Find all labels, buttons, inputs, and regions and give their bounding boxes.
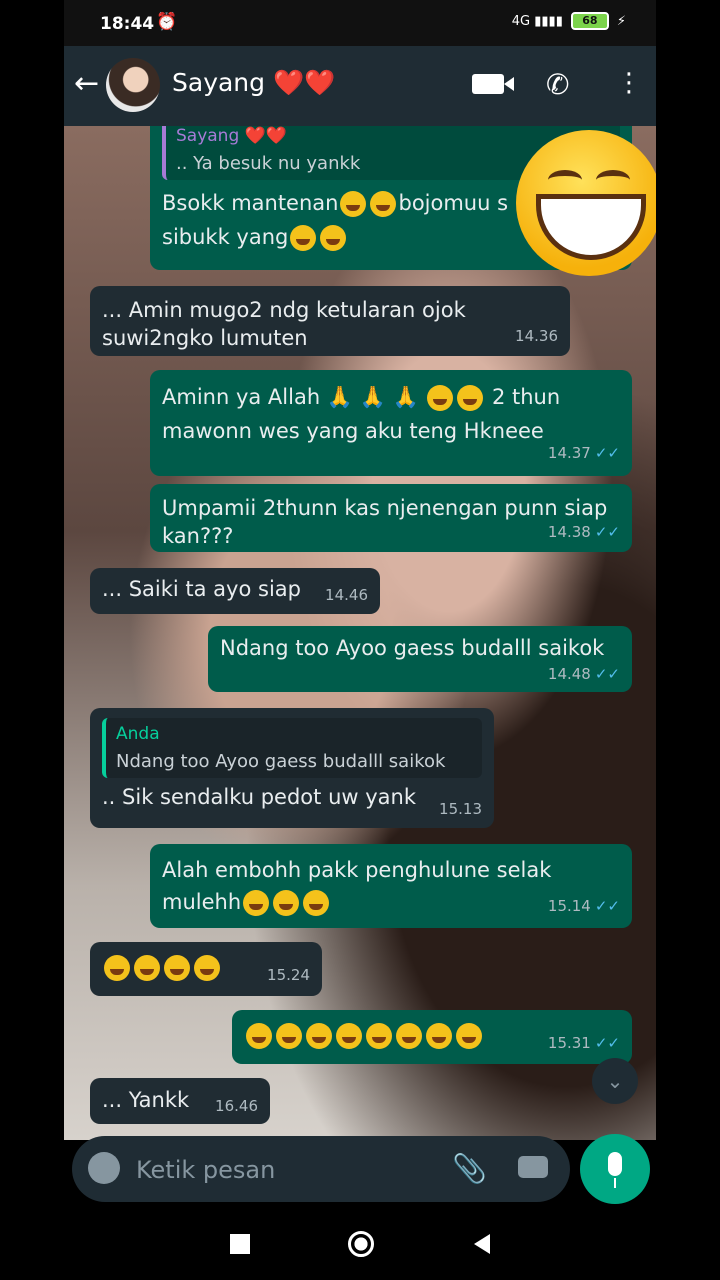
sticker-eye	[596, 170, 630, 190]
message-in[interactable]: ... Yankk 16.46	[90, 1078, 270, 1124]
message-out[interactable]: 15.31 ✓✓	[232, 1010, 632, 1064]
status-icons: 4G ▮▮▮▮ 68 ⚡	[512, 12, 626, 30]
laughing-tears-emoji	[164, 955, 190, 981]
message-composer: 📎	[72, 1136, 570, 1202]
message-in[interactable]: ... Saiki ta ayo siap 14.46	[90, 568, 380, 614]
camera-icon[interactable]	[518, 1156, 548, 1178]
message-out[interactable]: Ndang too Ayoo gaess budalll saikok 14.4…	[208, 626, 632, 692]
laughing-tears-emoji	[104, 955, 130, 981]
contact-avatar[interactable]	[106, 58, 160, 112]
rolling-laughing-emoji	[426, 1023, 452, 1049]
message-out[interactable]: Umpamii 2thunn kas njenengan punn siap k…	[150, 484, 632, 552]
battery-icon: 68	[570, 12, 609, 30]
message-text: ... Saiki ta ayo siap	[102, 577, 301, 601]
android-nav-bar	[64, 1212, 656, 1280]
hugging-emoji	[370, 191, 397, 217]
rolling-eyes-emoji	[273, 890, 300, 916]
status-bar: 18:44 ⏰ 4G ▮▮▮▮ 68 ⚡	[64, 0, 656, 46]
scroll-to-bottom-button[interactable]: ⌄	[592, 1058, 638, 1104]
message-time-status: 15.31 ✓✓	[547, 1034, 620, 1052]
chevron-double-down-icon: ⌄	[606, 1069, 624, 1093]
laughing-tears-emoji	[134, 955, 160, 981]
microphone-button[interactable]	[580, 1134, 650, 1204]
message-input[interactable]	[134, 1150, 438, 1190]
rolling-eyes-emoji	[306, 1023, 332, 1049]
quote-text: Ndang too Ayoo gaess budalll saikok	[116, 751, 446, 772]
video-call-icon[interactable]	[472, 74, 514, 94]
attachment-icon[interactable]: 📎	[452, 1152, 487, 1185]
sticker-eye	[548, 170, 582, 190]
message-text: ... Amin mugo2 ndg ketularan ojok suwi2n…	[102, 298, 466, 350]
rolling-eyes-emoji	[336, 1023, 362, 1049]
signal-icon: 4G ▮▮▮▮	[511, 13, 563, 29]
laughing-tears-emoji	[194, 955, 220, 981]
kissing-emoji	[427, 385, 454, 411]
message-time-status: 14.48 ✓✓	[547, 665, 620, 683]
message-time-status: 15.14 ✓✓	[547, 897, 620, 915]
message-time: 16.46	[215, 1097, 258, 1115]
message-in[interactable]: ... Amin mugo2 ndg ketularan ojok suwi2n…	[90, 286, 570, 356]
chat-header: ← Sayang ❤️❤️ ✆ ⋮	[64, 46, 656, 126]
message-time-status: 14.38 ✓✓	[547, 523, 620, 541]
home-button[interactable]	[348, 1231, 374, 1257]
quoted-message[interactable]: Anda Ndang too Ayoo gaess budalll saikok	[102, 718, 482, 778]
sticker-mouth	[536, 194, 646, 260]
contact-name[interactable]: Sayang ❤️❤️	[172, 68, 335, 98]
message-in[interactable]: 15.24	[90, 942, 322, 996]
read-ticks-icon: ✓✓	[594, 523, 620, 541]
phone-call-icon[interactable]: ✆	[546, 68, 569, 101]
hugging-emoji	[290, 225, 317, 251]
rolling-eyes-emoji	[276, 1023, 302, 1049]
hearts-emoji: ❤️❤️	[273, 68, 336, 97]
message-out[interactable]: Alah embohh pakk penghulune selak mulehh…	[150, 844, 632, 928]
rolling-eyes-emoji	[246, 1023, 272, 1049]
message-time-status: 14.37 ✓✓	[547, 444, 620, 462]
status-time: 18:44	[100, 14, 155, 34]
hugging-emoji	[340, 191, 367, 217]
message-text: .. Sik sendalku pedot uw yank	[102, 785, 416, 809]
rolling-eyes-emoji	[303, 890, 330, 916]
rolling-laughing-emoji	[366, 1023, 392, 1049]
message-text: ... Yankk	[102, 1088, 190, 1112]
grinning-face-sticker	[516, 130, 656, 276]
message-text: Umpamii 2thunn kas njenengan punn siap k…	[162, 496, 608, 548]
arrow-back-icon[interactable]: ←	[74, 66, 99, 101]
message-out[interactable]: Aminn ya Allah 🙏 🙏 🙏 2 thun mawonn wes y…	[150, 370, 632, 476]
quote-sender: Anda	[116, 724, 160, 744]
rolling-eyes-emoji	[243, 890, 270, 916]
recent-apps-button[interactable]	[230, 1234, 250, 1254]
more-options-icon[interactable]: ⋮	[616, 68, 642, 98]
rolling-laughing-emoji	[396, 1023, 422, 1049]
phone-screen: 18:44 ⏰ 4G ▮▮▮▮ 68 ⚡ ← Sayang ❤️❤️ ✆ ⋮ Sa…	[64, 0, 656, 1280]
charging-icon: ⚡	[616, 13, 626, 29]
message-time: 14.46	[325, 586, 368, 604]
message-text: Ndang too Ayoo gaess budalll saikok	[220, 636, 605, 660]
hugging-emoji	[320, 225, 347, 251]
kissing-emoji	[457, 385, 484, 411]
rolling-laughing-emoji	[456, 1023, 482, 1049]
read-ticks-icon: ✓✓	[594, 1034, 620, 1052]
message-time: 15.24	[267, 966, 310, 984]
alarm-off-icon: ⏰	[156, 12, 178, 32]
chat-area[interactable]: Sayang ❤️❤️ .. Ya besuk nu yankk Bsokk m…	[64, 126, 656, 1140]
read-ticks-icon: ✓✓	[594, 665, 620, 683]
message-in[interactable]: Anda Ndang too Ayoo gaess budalll saikok…	[90, 708, 494, 828]
read-ticks-icon: ✓✓	[594, 444, 620, 462]
message-time: 14.36	[515, 327, 558, 345]
back-button[interactable]	[474, 1234, 490, 1254]
contact-name-text: Sayang	[172, 68, 266, 97]
emoji-icon[interactable]	[88, 1152, 120, 1184]
message-time: 15.13	[439, 800, 482, 818]
read-ticks-icon: ✓✓	[594, 897, 620, 915]
